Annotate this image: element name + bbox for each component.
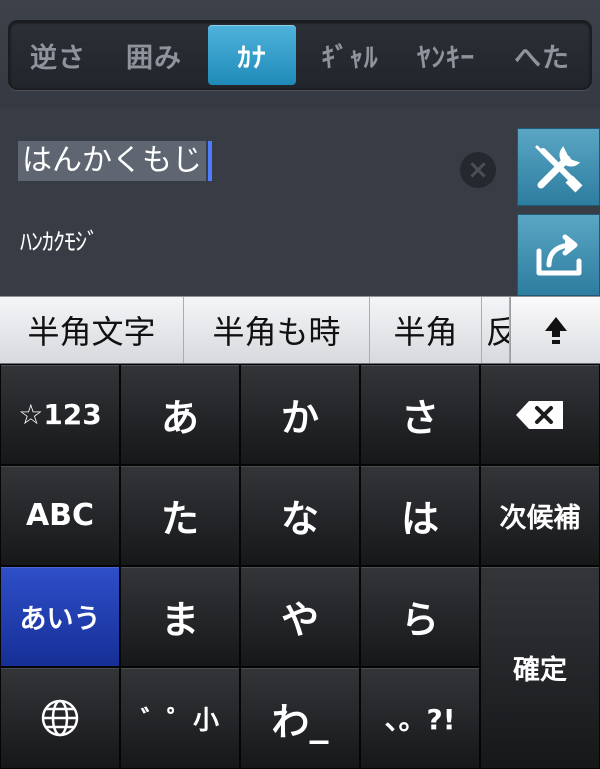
kana-mode-key[interactable]: あいう <box>0 566 120 667</box>
style-segmented-control: 逆さ 囲み ｶﾅ ｷﾞｬﾙ ﾔﾝｷｰ へた <box>8 20 592 90</box>
numbers-mode-key[interactable]: ☆123 <box>0 364 120 465</box>
candidate-bar: 半角文字 半角も時 半角 反 <box>0 296 600 364</box>
input-text: はんかくもじ <box>18 141 206 181</box>
share-icon <box>536 234 581 276</box>
punctuation-key[interactable]: 、。?! <box>360 667 480 769</box>
dakuten-small-key[interactable]: ゛゜小 <box>120 667 240 769</box>
candidate-item[interactable]: 反 <box>482 297 510 363</box>
abc-mode-key[interactable]: ABC <box>0 465 120 566</box>
key-ra[interactable]: ら <box>360 566 480 667</box>
converted-output-text: ﾊﾝｶｸﾓｼﾞ <box>20 228 99 256</box>
key-ta[interactable]: た <box>120 465 240 566</box>
globe-icon <box>41 699 79 737</box>
delete-key[interactable] <box>480 364 600 465</box>
text-input-field[interactable]: はんかくもじ <box>18 140 212 182</box>
confirm-key[interactable]: 確定 <box>480 566 600 769</box>
tab-kakomi[interactable]: 囲み <box>106 22 202 88</box>
key-ya[interactable]: や <box>240 566 360 667</box>
key-na[interactable]: な <box>240 465 360 566</box>
wrench-screwdriver-icon <box>535 145 582 193</box>
share-button[interactable] <box>517 214 600 296</box>
key-wa[interactable]: わ_ <box>240 667 360 769</box>
candidate-item[interactable]: 半角も時 <box>184 297 370 363</box>
shift-arrow-icon <box>544 317 567 344</box>
expand-candidates-button[interactable] <box>510 297 600 363</box>
style-tab-bar-background: 逆さ 囲み ｶﾅ ｷﾞｬﾙ ﾔﾝｷｰ へた <box>0 0 600 108</box>
tab-heta[interactable]: へた <box>494 22 590 88</box>
key-sa[interactable]: さ <box>360 364 480 465</box>
candidate-item[interactable]: 半角文字 <box>0 297 184 363</box>
globe-key[interactable] <box>0 667 120 769</box>
tab-yankii[interactable]: ﾔﾝｷｰ <box>398 22 494 88</box>
key-ha[interactable]: は <box>360 465 480 566</box>
clear-icon[interactable]: × <box>460 152 496 188</box>
tab-kana[interactable]: ｶﾅ <box>208 25 296 85</box>
key-a[interactable]: あ <box>120 364 240 465</box>
key-ka[interactable]: か <box>240 364 360 465</box>
candidate-item[interactable]: 半角 <box>370 297 482 363</box>
key-ma[interactable]: ま <box>120 566 240 667</box>
next-candidate-key[interactable]: 次候補 <box>480 465 600 566</box>
keyboard: ☆123 あ か さ ABC た な は 次候補 あいう ま や ら 確定 ゛゜… <box>0 364 600 769</box>
tools-button[interactable] <box>517 128 600 206</box>
backspace-icon <box>516 400 563 429</box>
tab-gyaru[interactable]: ｷﾞｬﾙ <box>302 22 398 88</box>
tab-sakasa[interactable]: 逆さ <box>10 22 106 88</box>
text-caret <box>208 141 212 181</box>
